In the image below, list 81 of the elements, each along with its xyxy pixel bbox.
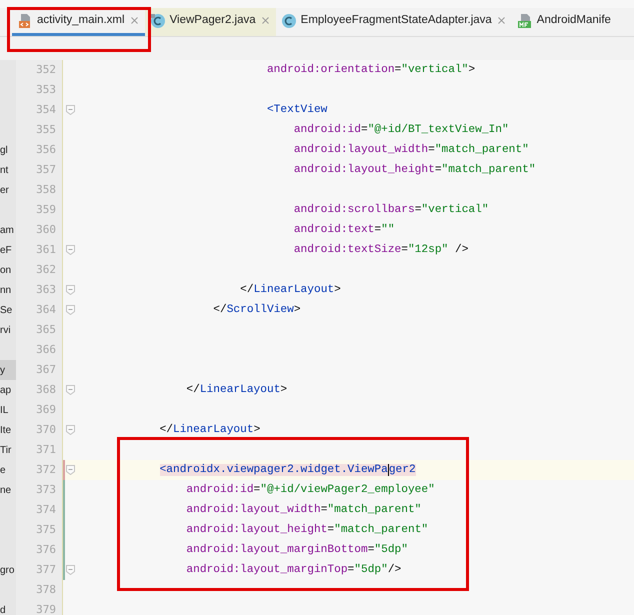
project-item-fragment[interactable]: Se xyxy=(0,302,12,318)
line-number: 353 xyxy=(36,82,56,98)
line-number: 352 xyxy=(36,62,56,78)
project-item-fragment[interactable]: gl xyxy=(0,142,8,158)
xml-file-icon xyxy=(17,12,33,28)
project-item-fragment[interactable]: gro xyxy=(0,562,14,578)
line-number: 361 xyxy=(36,242,56,258)
class-icon xyxy=(280,12,297,28)
project-item-fragment[interactable]: ap xyxy=(0,382,12,398)
line-number: 357 xyxy=(36,162,56,178)
code-line: </LinearLayout> xyxy=(160,422,260,438)
code-line: android:layout_height="match_parent" xyxy=(186,522,428,538)
line-number: 368 xyxy=(36,382,56,398)
line-number: 379 xyxy=(36,602,56,615)
line-number: 366 xyxy=(36,342,56,358)
line-number: 354 xyxy=(36,102,56,118)
fold-marker-icon[interactable] xyxy=(66,425,75,435)
line-number: 359 xyxy=(36,202,56,218)
code-line: android:layout_width="match_parent" xyxy=(186,502,422,518)
editor-tab[interactable]: AndroidManife xyxy=(512,8,616,36)
project-item-fragment[interactable]: IL xyxy=(0,402,8,418)
line-number: 369 xyxy=(36,402,56,418)
class-icon xyxy=(150,12,166,28)
code-line: <TextView xyxy=(266,102,328,118)
project-item-fragment[interactable]: on xyxy=(0,262,12,278)
line-number: 372 xyxy=(36,462,56,478)
code-line: android:scrollbars="vertical" xyxy=(294,202,489,218)
line-number: 364 xyxy=(36,302,56,318)
line-number: 360 xyxy=(36,222,56,238)
code-line: </LinearLayout> xyxy=(240,282,341,298)
line-number: 374 xyxy=(36,502,56,518)
close-icon[interactable] xyxy=(496,15,507,26)
fold-marker-icon[interactable] xyxy=(66,285,75,295)
code-line: </LinearLayout> xyxy=(186,382,288,398)
code-line: android:layout_marginTop="5dp"/> xyxy=(186,562,402,578)
code-line: android:id="@+id/BT_textView_In" xyxy=(294,122,509,138)
manifest-file-icon xyxy=(516,12,533,28)
code-line: android:textSize="12sp" /> xyxy=(294,242,468,258)
fold-marker-icon[interactable] xyxy=(66,305,75,315)
project-item-fragment[interactable]: am xyxy=(0,222,14,238)
line-number: 367 xyxy=(36,362,56,378)
editor-tab[interactable]: ViewPager2.java xyxy=(144,8,276,36)
line-number: 358 xyxy=(36,182,56,198)
code-line: <androidx.viewpager2.widget.ViewPager2 xyxy=(160,462,416,478)
fold-marker-icon[interactable] xyxy=(66,245,75,255)
close-icon[interactable] xyxy=(128,15,140,26)
code-line: android:orientation="vertical"> xyxy=(266,62,476,78)
editor-tab[interactable]: EmployeeFragmentStateAdapter.java xyxy=(276,8,512,36)
line-number: 365 xyxy=(36,322,56,338)
project-item-fragment[interactable]: d xyxy=(0,602,6,615)
project-item-fragment[interactable]: er xyxy=(0,182,9,198)
project-item-fragment[interactable]: nn xyxy=(0,282,12,298)
code-line: android:layout_height="match_parent" xyxy=(294,162,536,178)
fold-marker-icon[interactable] xyxy=(66,105,75,115)
line-number: 355 xyxy=(36,122,56,138)
fold-marker-icon[interactable] xyxy=(66,465,75,475)
project-item-fragment[interactable]: ne xyxy=(0,482,12,498)
project-item-fragment[interactable]: Tir xyxy=(0,442,12,458)
line-number: 363 xyxy=(36,282,56,298)
project-item-fragment[interactable]: Ite xyxy=(0,422,12,438)
code-line: android:layout_marginBottom="5dp" xyxy=(186,542,408,558)
code-line: </ScrollView> xyxy=(213,302,301,318)
line-number: 377 xyxy=(36,562,56,578)
line-number: 378 xyxy=(36,582,56,598)
line-number: 373 xyxy=(36,482,56,498)
project-item-fragment[interactable]: e xyxy=(0,462,6,478)
close-icon[interactable] xyxy=(260,15,271,26)
fold-marker-icon[interactable] xyxy=(66,565,75,575)
project-item-fragment[interactable]: rvi xyxy=(0,322,11,338)
project-item-fragment[interactable]: nt xyxy=(0,162,8,178)
line-number: 375 xyxy=(36,522,56,538)
line-number: 356 xyxy=(36,142,56,158)
line-number: 371 xyxy=(36,442,56,458)
line-number: 370 xyxy=(36,422,56,438)
code-line: android:text="" xyxy=(294,222,395,238)
line-number: 362 xyxy=(36,262,56,278)
fold-marker-icon[interactable] xyxy=(66,385,75,395)
line-number: 376 xyxy=(36,542,56,558)
code-line: android:id="@+id/viewPager2_employee" xyxy=(186,482,435,498)
project-item-fragment[interactable]: eF xyxy=(0,242,12,258)
code-line: android:layout_width="match_parent" xyxy=(294,142,529,158)
